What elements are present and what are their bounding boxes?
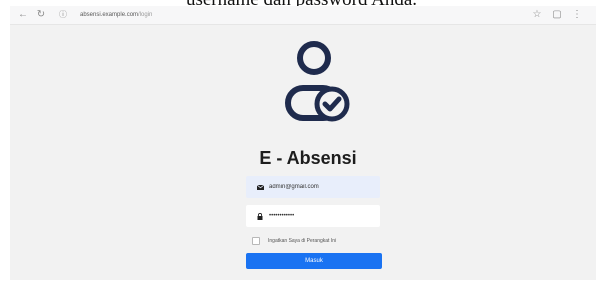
info-icon[interactable]: ⓘ [56, 8, 70, 22]
user-check-icon [285, 41, 350, 122]
password-field[interactable] [246, 205, 380, 227]
tab-icon[interactable]: ▢ [550, 8, 564, 22]
password-input[interactable] [269, 210, 377, 222]
address-bar[interactable]: absensi.example.com/login [80, 10, 330, 20]
email-input[interactable] [269, 181, 377, 193]
lock-icon [254, 212, 266, 220]
remember-checkbox[interactable] [252, 237, 260, 245]
url-path: /login [138, 12, 153, 18]
login-page: E - Absensi Ingatkan Saya di Perangkat I… [10, 25, 596, 280]
arrow-left-icon[interactable]: ← [16, 8, 30, 22]
login-button[interactable]: Masuk [246, 253, 382, 269]
reload-icon[interactable]: ↻ [34, 8, 48, 22]
envelope-icon [254, 184, 266, 190]
browser-toolbar: ← ↻ ⓘ absensi.example.com/login ☆ ▢ ⋮ [10, 6, 596, 25]
app-title: E - Absensi [259, 148, 357, 168]
browser-window: ← ↻ ⓘ absensi.example.com/login ☆ ▢ ⋮ E … [10, 6, 596, 280]
remember-me[interactable]: Ingatkan Saya di Perangkat Ini [246, 235, 396, 247]
star-icon[interactable]: ☆ [530, 8, 544, 22]
more-icon[interactable]: ⋮ [570, 8, 584, 22]
remember-label: Ingatkan Saya di Perangkat Ini [268, 238, 337, 244]
email-field[interactable] [246, 176, 380, 198]
url-host: absensi.example.com [80, 12, 139, 18]
